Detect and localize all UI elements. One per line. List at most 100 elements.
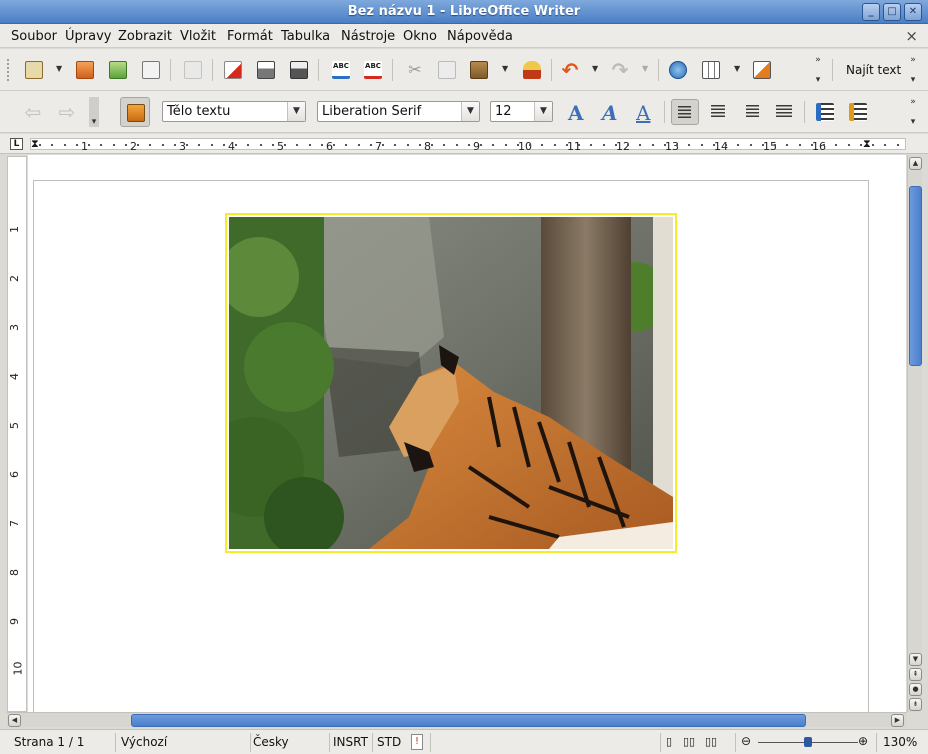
toolbar-grip[interactable] [6, 58, 10, 82]
zoom-out-icon[interactable]: ⊖ [741, 734, 751, 748]
clone-formatting-icon[interactable] [519, 57, 545, 83]
menu-upravy[interactable]: Úpravy [65, 29, 111, 44]
horizontal-ruler[interactable]: L 1 2 3 4 5 6 7 8 9 10 11 12 13 14 15 16… [0, 134, 928, 154]
page-style[interactable]: Výchozí [121, 735, 167, 749]
document-modified-icon[interactable]: ! [411, 734, 423, 750]
menu-tabulka[interactable]: Tabulka [281, 29, 330, 44]
vertical-scrollbar[interactable]: ▲ ▼ ⇞ ● ⇟ [907, 155, 922, 712]
align-center-icon[interactable] [704, 99, 732, 125]
zoom-slider-knob[interactable] [804, 737, 812, 747]
new-dropdown-icon[interactable]: ▼ [56, 64, 62, 73]
menu-okno[interactable]: Okno [403, 29, 437, 44]
scroll-up-icon[interactable]: ▲ [909, 157, 922, 170]
copy-icon[interactable] [434, 57, 460, 83]
maximize-icon[interactable]: □ [883, 3, 901, 21]
scroll-right-icon[interactable]: ▶ [891, 714, 904, 727]
paragraph-style-select[interactable]: Tělo textu ▼ [162, 101, 306, 122]
spellcheck-icon[interactable]: ABC [328, 57, 354, 83]
edit-file-icon[interactable] [180, 57, 206, 83]
hyperlink-icon[interactable] [665, 57, 691, 83]
toolbar-overflow-icon[interactable]: » ▾ [813, 55, 823, 85]
horizontal-scrollbar[interactable]: ◀ ▶ [7, 712, 907, 727]
menu-napoveda[interactable]: Nápověda [447, 29, 513, 44]
undo-icon[interactable]: ↶ [557, 57, 583, 83]
scroll-down-icon[interactable]: ▼ [909, 653, 922, 666]
undo-dropdown-icon[interactable]: ▼ [592, 64, 598, 73]
ruler-tick [235, 144, 237, 146]
open-icon[interactable] [72, 57, 98, 83]
autospellcheck-icon[interactable]: ABC [360, 57, 386, 83]
page-indicator[interactable]: Strana 1 / 1 [14, 735, 84, 749]
ruler-tick [663, 144, 666, 146]
redo-icon[interactable]: ↷ [607, 57, 633, 83]
scroll-left-icon[interactable]: ◀ [8, 714, 21, 727]
single-page-view-icon[interactable]: ▯ [666, 735, 672, 748]
table-dropdown-icon[interactable]: ▼ [734, 64, 740, 73]
right-indent-marker-icon[interactable]: ⧗ [863, 137, 871, 151]
book-view-icon[interactable]: ▯▯ [705, 735, 717, 748]
zoom-in-icon[interactable]: ⊕ [858, 734, 868, 748]
font-size-select[interactable]: 12 ▼ [490, 101, 553, 122]
italic-icon[interactable]: A [602, 101, 618, 125]
export-pdf-icon[interactable] [220, 57, 246, 83]
next-page-icon[interactable]: ⇟ [909, 698, 922, 711]
bullets-icon[interactable] [845, 99, 871, 125]
selection-mode[interactable]: STD [377, 735, 401, 749]
redo-dropdown-icon[interactable]: ▼ [642, 64, 648, 73]
ruler-number: 2 [130, 140, 137, 153]
toolbar-expand-icon[interactable]: ▾ [89, 97, 99, 127]
chevron-down-icon[interactable]: ▼ [461, 102, 479, 121]
align-right-icon[interactable] [737, 99, 765, 125]
font-name-select[interactable]: Liberation Serif ▼ [317, 101, 480, 122]
minimize-icon[interactable]: _ [862, 3, 880, 21]
ruler-tick [63, 144, 66, 146]
toolbar-overflow-icon-2[interactable]: » ▾ [908, 55, 918, 85]
paste-dropdown-icon[interactable]: ▼ [502, 64, 508, 73]
menu-format[interactable]: Formát [227, 29, 273, 44]
bold-icon[interactable]: A [568, 101, 584, 125]
ruler-number: 8 [424, 140, 431, 153]
table-icon[interactable] [698, 57, 724, 83]
previous-page-icon[interactable]: ⇞ [909, 668, 922, 681]
save-icon[interactable] [105, 57, 131, 83]
left-indent-marker-icon[interactable]: ⧗ [31, 137, 39, 151]
chevron-down-icon[interactable]: ▼ [534, 102, 552, 121]
insert-mode[interactable]: INSRT [333, 735, 368, 749]
selected-image-frame[interactable] [225, 213, 677, 553]
vertical-ruler[interactable]: 1 2 3 4 5 6 7 8 9 10 [7, 156, 27, 712]
email-icon[interactable] [138, 57, 164, 83]
tiger-photo[interactable] [229, 217, 673, 549]
align-justify-icon[interactable] [770, 99, 798, 125]
underline-icon[interactable]: A [636, 101, 650, 125]
menu-nastroje[interactable]: Nástroje [341, 29, 395, 44]
print-preview-icon[interactable] [286, 57, 312, 83]
menu-soubor[interactable]: Soubor [11, 29, 57, 44]
menu-vlozit[interactable]: Vložit [180, 29, 216, 44]
document-canvas[interactable] [28, 155, 906, 712]
vertical-scroll-thumb[interactable] [909, 186, 922, 366]
styles-formatting-icon[interactable] [120, 97, 150, 127]
close-icon[interactable]: ✕ [904, 3, 922, 21]
paste-icon[interactable] [466, 57, 492, 83]
ruler-tick [541, 144, 544, 146]
toolbar-overflow-icon-3[interactable]: » ▾ [908, 97, 918, 127]
find-text-label[interactable]: Najít text [846, 63, 901, 77]
tab-stop-type-button[interactable]: L [10, 138, 23, 150]
menu-zobrazit[interactable]: Zobrazit [118, 29, 172, 44]
draw-functions-icon[interactable] [749, 57, 775, 83]
numbering-icon[interactable] [812, 99, 838, 125]
align-left-icon[interactable] [671, 99, 699, 125]
new-document-icon[interactable] [21, 57, 47, 83]
zoom-level[interactable]: 130% [883, 735, 917, 749]
cut-icon[interactable]: ✂ [402, 57, 428, 83]
vruler-number: 4 [8, 373, 21, 380]
chevron-down-icon[interactable]: ▼ [287, 102, 305, 121]
close-document-icon[interactable]: × [905, 27, 918, 45]
language-indicator[interactable]: Česky [253, 735, 289, 749]
multi-page-view-icon[interactable]: ▯▯ [683, 735, 695, 748]
horizontal-scroll-thumb[interactable] [131, 714, 806, 727]
vruler-number: 2 [8, 275, 21, 282]
navigator-icon[interactable]: ● [909, 683, 922, 696]
vruler-number: 9 [8, 618, 21, 625]
print-icon[interactable] [253, 57, 279, 83]
